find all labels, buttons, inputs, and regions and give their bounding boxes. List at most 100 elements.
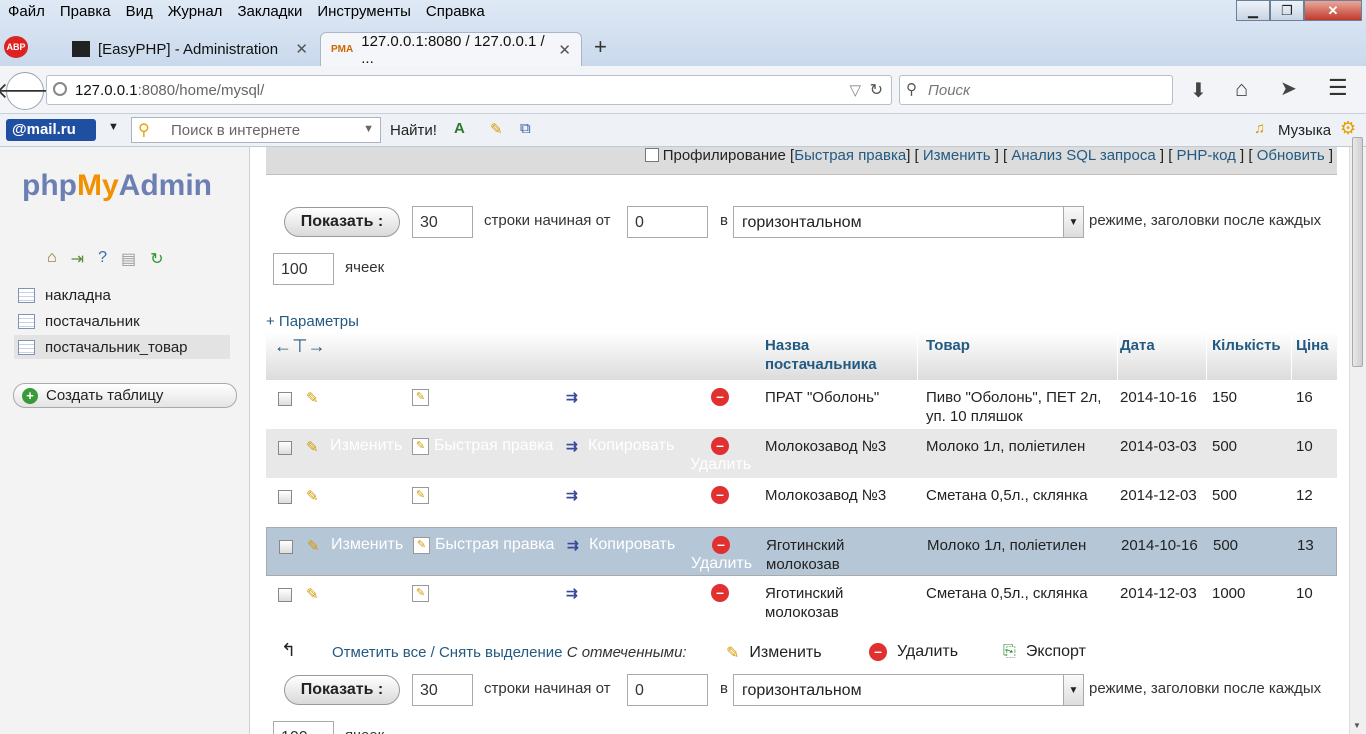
row-checkbox[interactable]	[278, 392, 292, 406]
table-row[interactable]: ✎ ✎ ⇉ – ПРАТ "Оболонь" Пиво "Оболонь", П…	[266, 380, 1337, 429]
dropdown-icon[interactable]: ▼	[363, 123, 374, 135]
create-table-button[interactable]: + Создать таблицу	[13, 383, 237, 408]
analyze-sql-link[interactable]: Анализ SQL запроса	[1011, 147, 1155, 164]
quick-edit-action[interactable]: Быстрая правка	[434, 437, 553, 455]
delete-icon[interactable]: –	[711, 584, 729, 602]
options-link[interactable]: + Параметры	[266, 313, 359, 330]
delete-icon[interactable]: –	[711, 437, 729, 455]
sidebar-item-nakladna[interactable]: накладна	[14, 283, 230, 307]
rows-input[interactable]: 30	[412, 674, 473, 706]
start-input[interactable]: 0	[627, 674, 708, 706]
quick-edit-action[interactable]: Быстрая правка	[435, 536, 554, 554]
back-icon[interactable]: 🡐	[0, 72, 55, 110]
copy-action[interactable]: Копировать	[588, 437, 674, 455]
edit-action[interactable]: Изменить	[331, 536, 403, 554]
quick-edit-icon[interactable]: ✎	[413, 537, 430, 554]
pencil-icon[interactable]: ✎	[306, 438, 324, 456]
edit-link[interactable]: Изменить	[923, 147, 991, 164]
delete-action[interactable]: Удалить	[691, 555, 752, 573]
bulk-edit-button[interactable]: ✎ Изменить	[726, 643, 822, 663]
table-row[interactable]: ✎ Изменить ✎ Быстрая правка ⇉ Копировать…	[266, 527, 1337, 576]
edit-action[interactable]: Изменить	[330, 437, 402, 455]
column-arrows-icon[interactable]: ←⊤→	[274, 336, 326, 357]
pencil-icon[interactable]: ✎	[306, 585, 324, 603]
delete-icon[interactable]: –	[712, 536, 730, 554]
rows-input[interactable]: 30	[412, 206, 473, 238]
text-size-icon[interactable]: A	[454, 120, 465, 137]
quick-edit-icon[interactable]: ✎	[412, 438, 429, 455]
home-icon[interactable]: ⌂	[1235, 76, 1248, 102]
pencil-icon[interactable]: ✎	[307, 537, 325, 555]
pencil-icon[interactable]: ✎	[306, 487, 324, 505]
reload-icon[interactable]: ↻	[150, 249, 163, 269]
tab-easyphp[interactable]: [EasyPHP] - Administration ✕	[62, 32, 318, 66]
url-input[interactable]: 127.0.0.1:8080/home/mysql/ ▽ ↻	[46, 75, 892, 105]
maximize-button[interactable]: ❐	[1270, 0, 1304, 21]
quick-edit-link[interactable]: Быстрая правка	[794, 147, 906, 164]
copy-action[interactable]: Копировать	[589, 536, 675, 554]
quick-edit-icon[interactable]: ✎	[412, 389, 429, 406]
mailru-logo[interactable]: @mail.ru	[6, 119, 96, 141]
docs-icon[interactable]: ▤	[121, 249, 136, 269]
table-row[interactable]: ✎ ✎ ⇉ – Яготинский молокозав Сметана 0,5…	[266, 576, 1337, 625]
menu-view[interactable]: Вид	[118, 0, 160, 24]
share-icon[interactable]: ➤	[1280, 76, 1297, 101]
show-button[interactable]: Показать :	[284, 675, 400, 705]
cells-input[interactable]: 100	[273, 721, 334, 734]
bulk-export-button[interactable]: ⎘ Экспорт	[1003, 643, 1086, 661]
delete-action[interactable]: Удалить	[690, 456, 751, 474]
new-tab-icon[interactable]: +	[594, 34, 607, 60]
reload-icon[interactable]: ↻	[870, 80, 883, 100]
copy-icon[interactable]: ⇉	[567, 537, 585, 555]
close-tab-icon[interactable]: ✕	[295, 40, 308, 58]
tab-phpmyadmin[interactable]: PMA 127.0.0.1:8080 / 127.0.0.1 / ... ✕	[320, 32, 582, 67]
row-checkbox[interactable]	[278, 490, 292, 504]
row-checkbox[interactable]	[279, 540, 293, 554]
copy-icon[interactable]: ⇉	[566, 487, 584, 505]
copy-icon[interactable]: ⇉	[566, 438, 584, 456]
cells-input[interactable]: 100	[273, 253, 334, 285]
copy-icon[interactable]: ⇉	[566, 389, 584, 407]
pencil-icon[interactable]: ✎	[306, 389, 324, 407]
dropdown-icon[interactable]: ▽	[849, 81, 861, 99]
column-header-supplier[interactable]: Назва постачальника	[765, 336, 915, 374]
column-header-price[interactable]: Ціна	[1296, 336, 1329, 355]
settings-icon[interactable]: ⚙	[1340, 118, 1356, 139]
help-icon[interactable]: ?	[98, 249, 107, 269]
phpmyadmin-logo[interactable]: phpMyAdmin	[22, 169, 212, 203]
mode-select[interactable]: горизонтальном ▼	[733, 206, 1084, 238]
menu-edit[interactable]: Правка	[52, 0, 118, 24]
search-input[interactable]: ⚲ Поиск	[899, 75, 1173, 105]
check-all-link[interactable]: Отметить все	[332, 644, 426, 661]
web-search-input[interactable]: ⚲ Поиск в интернете ▼	[131, 117, 381, 143]
menu-icon[interactable]: ☰	[1328, 75, 1348, 101]
menu-bookmarks[interactable]: Закладки	[229, 0, 309, 24]
adblock-icon[interactable]: ABP	[4, 36, 28, 58]
show-button[interactable]: Показать :	[284, 207, 400, 237]
zoom-icon[interactable]: ⧉	[520, 120, 531, 137]
delete-icon[interactable]: –	[711, 388, 729, 406]
column-header-product[interactable]: Товар	[926, 336, 970, 355]
menu-tools[interactable]: Инструменты	[309, 0, 418, 24]
close-tab-icon[interactable]: ✕	[558, 41, 571, 59]
home-icon[interactable]: ⌂	[47, 249, 57, 269]
menu-history[interactable]: Журнал	[160, 0, 230, 24]
column-header-date[interactable]: Дата	[1120, 336, 1155, 355]
quick-edit-icon[interactable]: ✎	[412, 487, 429, 504]
copy-icon[interactable]: ⇉	[566, 585, 584, 603]
highlighter-icon[interactable]: ✎	[490, 120, 503, 138]
profiling-checkbox[interactable]	[644, 148, 659, 162]
start-input[interactable]: 0	[627, 206, 708, 238]
sidebar-item-postachalnyk-tovar[interactable]: постачальник_товар	[14, 335, 230, 359]
scroll-down-icon[interactable]: ▼	[1353, 721, 1361, 730]
menu-help[interactable]: Справка	[418, 0, 492, 24]
quick-edit-icon[interactable]: ✎	[412, 585, 429, 602]
sidebar-item-postachalnyk[interactable]: постачальник	[14, 309, 230, 333]
close-window-button[interactable]: ✕	[1304, 0, 1362, 21]
php-code-link[interactable]: PHP-код	[1177, 147, 1236, 164]
row-checkbox[interactable]	[278, 588, 292, 602]
table-row[interactable]: ✎ ✎ ⇉ – Молокозавод №3 Сметана 0,5л., ск…	[266, 478, 1337, 527]
refresh-link[interactable]: Обновить	[1257, 147, 1325, 164]
mode-select[interactable]: горизонтальном ▼	[733, 674, 1084, 706]
find-button[interactable]: Найти!	[390, 122, 437, 139]
